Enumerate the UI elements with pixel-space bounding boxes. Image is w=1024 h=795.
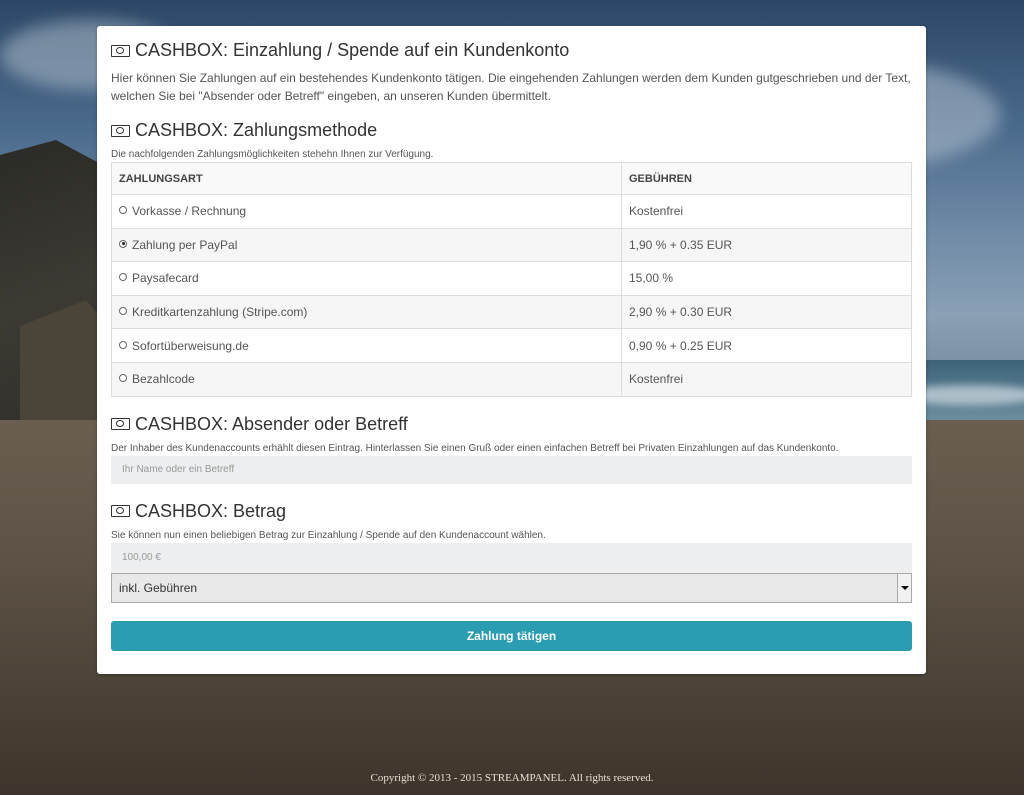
payment-fee-cell: Kostenfrei <box>621 361 912 397</box>
sender-description: Der Inhaber des Kundenaccounts erhählt d… <box>111 442 839 454</box>
payment-fee-cell: Kostenfrei <box>621 194 912 229</box>
sender-title: CASHBOX: Absender oder Betreff <box>135 413 408 434</box>
money-icon <box>111 505 130 518</box>
payment-option-label: Sofortüberweisung.de <box>132 338 249 353</box>
payment-option-cell[interactable]: Sofortüberweisung.de <box>111 328 622 363</box>
table-row[interactable]: Bezahlcode Kostenfrei <box>111 361 912 397</box>
cashbox-panel: CASHBOX: Einzahlung / Spende auf ein Kun… <box>97 26 926 674</box>
payment-fee-cell: 2,90 % + 0.30 EUR <box>621 294 912 330</box>
payment-radio[interactable] <box>119 374 127 383</box>
payment-radio[interactable] <box>119 307 127 316</box>
payment-option-label: Paysafecard <box>132 271 199 286</box>
payment-radio[interactable] <box>119 206 127 215</box>
payment-method-description: Die nachfolgenden Zahlungsmöglichkeiten … <box>111 149 434 160</box>
sender-heading: CASHBOX: Absender oder Betreff <box>111 414 912 435</box>
payment-method-table: ZAHLUNGSART GEBÜHREN Vorkasse / Rechnung… <box>111 162 912 397</box>
payment-fee-cell: 0,90 % + 0.25 EUR <box>621 328 912 363</box>
column-header-fee: GEBÜHREN <box>621 162 912 195</box>
amount-input[interactable]: 100,00 € <box>111 542 912 573</box>
sender-input-placeholder: Ihr Name oder ein Betreff <box>122 464 235 476</box>
sender-input[interactable]: Ihr Name oder ein Betreff <box>111 455 912 484</box>
payment-option-label: Kreditkartenzahlung (Stripe.com) <box>132 305 308 320</box>
payment-method-heading: CASHBOX: Zahlungsmethode <box>111 120 912 141</box>
payment-option-cell[interactable]: Bezahlcode <box>111 361 622 397</box>
payment-option-cell[interactable]: Paysafecard <box>111 261 622 296</box>
amount-title: CASHBOX: Betrag <box>135 500 287 521</box>
payment-radio[interactable] <box>119 340 127 349</box>
fee-option-value: inkl. Gebühren <box>119 580 198 595</box>
submit-payment-button[interactable]: Zahlung tätigen <box>111 620 912 651</box>
table-row[interactable]: Kreditkartenzahlung (Stripe.com) 2,90 % +… <box>111 294 912 330</box>
page-title-text: CASHBOX: Einzahlung / Spende auf ein Kun… <box>135 40 570 60</box>
table-row[interactable]: Vorkasse / Rechnung Kostenfrei <box>111 194 912 229</box>
footer-copyright: Copyright © 2013 - 2015 STREAMPANEL. All… <box>370 772 654 784</box>
column-header-type: ZAHLUNGSART <box>111 162 622 195</box>
fee-option-select[interactable]: inkl. Gebühren <box>111 572 912 603</box>
payment-option-label: Zahlung per PayPal <box>132 237 238 252</box>
chevron-down-icon[interactable] <box>897 573 911 602</box>
money-icon <box>111 124 130 137</box>
table-row[interactable]: Zahlung per PayPal 1,90 % + 0.35 EUR <box>111 227 912 263</box>
intro-text: Hier können Sie Zahlungen auf ein besteh… <box>111 71 911 103</box>
amount-description: Sie können nun einen beliebigen Betrag z… <box>111 529 546 541</box>
payment-option-cell[interactable]: Kreditkartenzahlung (Stripe.com) <box>111 294 622 330</box>
payment-method-title: CASHBOX: Zahlungsmethode <box>135 120 378 140</box>
table-row[interactable]: Paysafecard 15,00 % <box>111 261 912 296</box>
payment-radio[interactable] <box>119 239 127 248</box>
payment-option-cell[interactable]: Vorkasse / Rechnung <box>111 194 622 229</box>
payment-fee-cell: 15,00 % <box>621 261 912 296</box>
amount-input-placeholder: 100,00 € <box>122 552 161 564</box>
payment-option-label: Vorkasse / Rechnung <box>132 204 247 219</box>
amount-heading: CASHBOX: Betrag <box>111 501 912 522</box>
page-title: CASHBOX: Einzahlung / Spende auf ein Kun… <box>111 40 912 61</box>
payment-radio[interactable] <box>119 273 127 282</box>
payment-fee-cell: 1,90 % + 0.35 EUR <box>621 227 912 263</box>
payment-option-label: Bezahlcode <box>132 372 195 387</box>
payment-option-cell[interactable]: Zahlung per PayPal <box>111 227 622 263</box>
money-icon <box>111 44 130 57</box>
table-row[interactable]: Sofortüberweisung.de 0,90 % + 0.25 EUR <box>111 328 912 363</box>
money-icon <box>111 418 130 431</box>
